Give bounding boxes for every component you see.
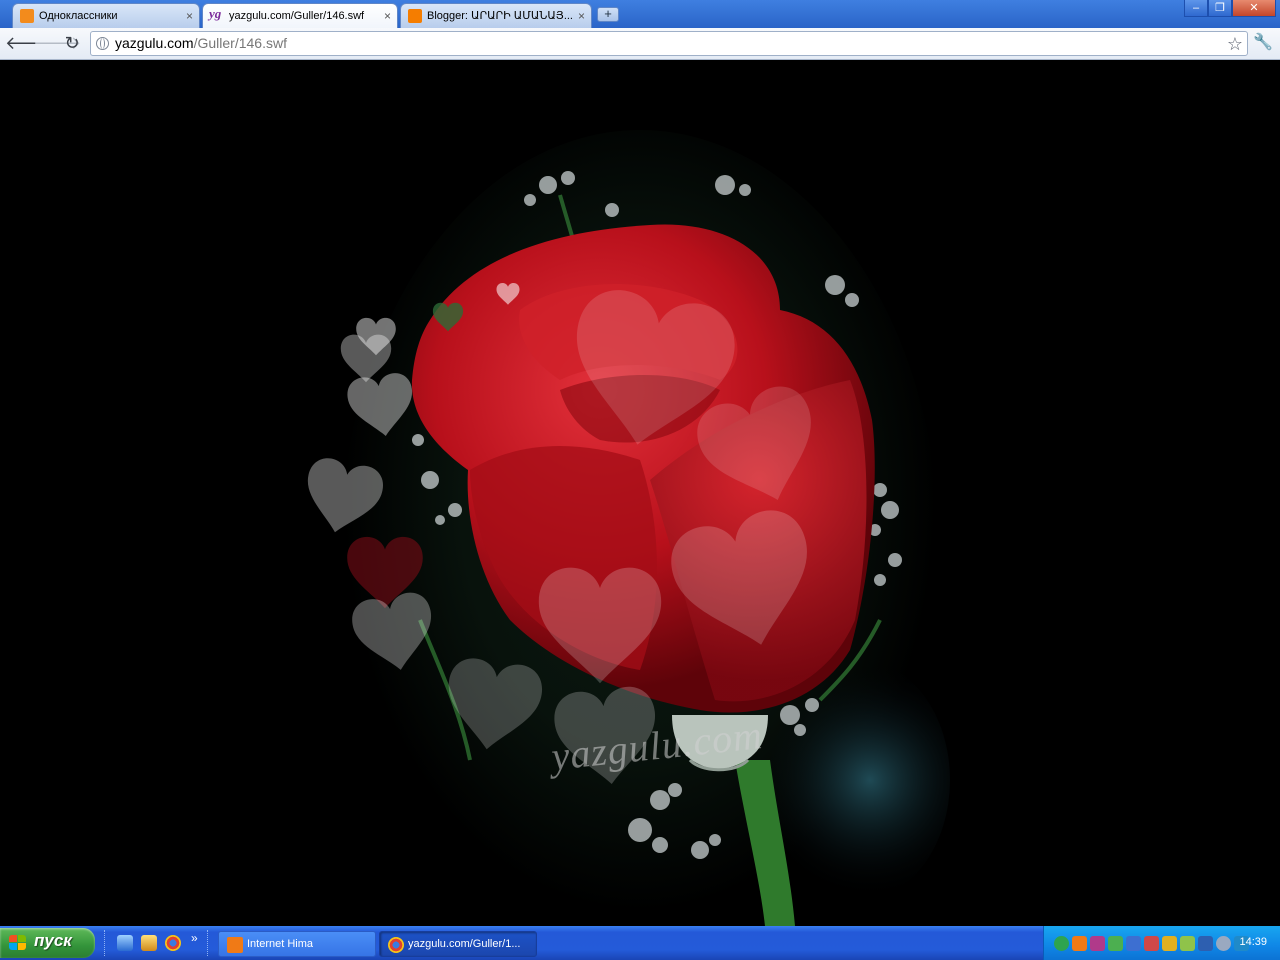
quicklaunch-app-icon[interactable]	[141, 935, 157, 951]
start-label: пуск	[34, 931, 72, 950]
internet-hima-tray-icon[interactable]	[1072, 936, 1087, 951]
clock[interactable]: 14:39	[1239, 936, 1267, 948]
yazgulu-icon: yg	[209, 6, 222, 21]
globe-icon	[96, 37, 109, 50]
tray-app-icon[interactable]	[1108, 936, 1123, 951]
browser-toolbar: 🡐 🡒 ↻ yazgulu.com/Guller/146.swf ☆ 🔧	[0, 28, 1280, 60]
utorrent-tray-icon[interactable]	[1054, 936, 1069, 951]
blogger-icon	[408, 9, 422, 23]
show-desktop-icon[interactable]	[117, 935, 133, 951]
url-host: yazgulu.com	[115, 35, 194, 51]
internet-hima-icon	[227, 937, 243, 953]
tray-app-icon[interactable]	[1090, 936, 1105, 951]
url-path: /Guller/146.swf	[193, 35, 287, 51]
back-button[interactable]: 🡐	[5, 33, 53, 53]
taskbar-item-chrome[interactable]: yazgulu.com/Guller/1...	[379, 931, 537, 957]
network-tray-icon[interactable]	[1126, 936, 1141, 951]
close-button[interactable]: ✕	[1232, 0, 1276, 17]
tray-app-icon[interactable]	[1180, 936, 1195, 951]
wrench-menu-icon[interactable]: 🔧	[1253, 32, 1273, 52]
maximize-button[interactable]: ❐	[1208, 0, 1232, 17]
bookmark-star-icon[interactable]: ☆	[1227, 33, 1243, 55]
volume-tray-icon[interactable]	[1216, 936, 1231, 951]
new-tab-button[interactable]: +	[597, 7, 619, 22]
tray-app-icon[interactable]	[1162, 936, 1177, 951]
tab-label: Blogger: ԱՐԱՐԻ ԱՄԱՆԱՅ...	[427, 10, 573, 22]
task-label: Internet Hima	[247, 938, 314, 950]
rose-image	[297, 130, 950, 926]
tab-close-icon[interactable]: ×	[384, 4, 391, 28]
reload-button[interactable]: ↻	[61, 33, 83, 53]
quicklaunch-more-icon[interactable]: »	[191, 931, 198, 945]
tab-close-icon[interactable]: ×	[186, 4, 193, 28]
taskbar: пуск » Internet Hima yazgulu.com/Guller/…	[0, 926, 1280, 960]
tray-app-icon[interactable]	[1198, 936, 1213, 951]
chrome-quicklaunch-icon[interactable]	[165, 935, 181, 951]
address-bar[interactable]: yazgulu.com/Guller/146.swf ☆	[90, 31, 1248, 56]
tab-label: yazgulu.com/Guller/146.swf	[229, 10, 365, 22]
start-button[interactable]: пуск	[0, 928, 95, 958]
chrome-icon	[388, 937, 404, 953]
forward-button[interactable]: 🡒	[33, 33, 81, 53]
tab-close-icon[interactable]: ×	[578, 4, 585, 28]
task-label: yazgulu.com/Guller/1...	[408, 938, 521, 950]
flash-content[interactable]: yazgulu.com	[0, 60, 1280, 926]
taskbar-separator	[207, 930, 211, 956]
tray-app-icon[interactable]	[1144, 936, 1159, 951]
tab-label: Одноклассники	[39, 10, 118, 22]
tab-odnoklassniki[interactable]: Одноклассники ×	[12, 3, 200, 28]
odnoklassniki-icon	[20, 9, 34, 23]
taskbar-item-internet-hima[interactable]: Internet Hima	[218, 931, 376, 957]
minimize-button[interactable]: –	[1184, 0, 1208, 17]
url-text[interactable]: yazgulu.com/Guller/146.swf	[115, 32, 287, 55]
taskbar-separator	[104, 930, 108, 956]
browser-tab-strip: Одноклассники × yg yazgulu.com/Guller/14…	[0, 0, 1280, 28]
tab-blogger[interactable]: Blogger: ԱՐԱՐԻ ԱՄԱՆԱՅ... ×	[400, 3, 592, 28]
windows-flag-icon	[9, 935, 27, 951]
system-tray: 14:39	[1043, 926, 1280, 960]
tab-yazgulu[interactable]: yg yazgulu.com/Guller/146.swf ×	[202, 3, 398, 28]
